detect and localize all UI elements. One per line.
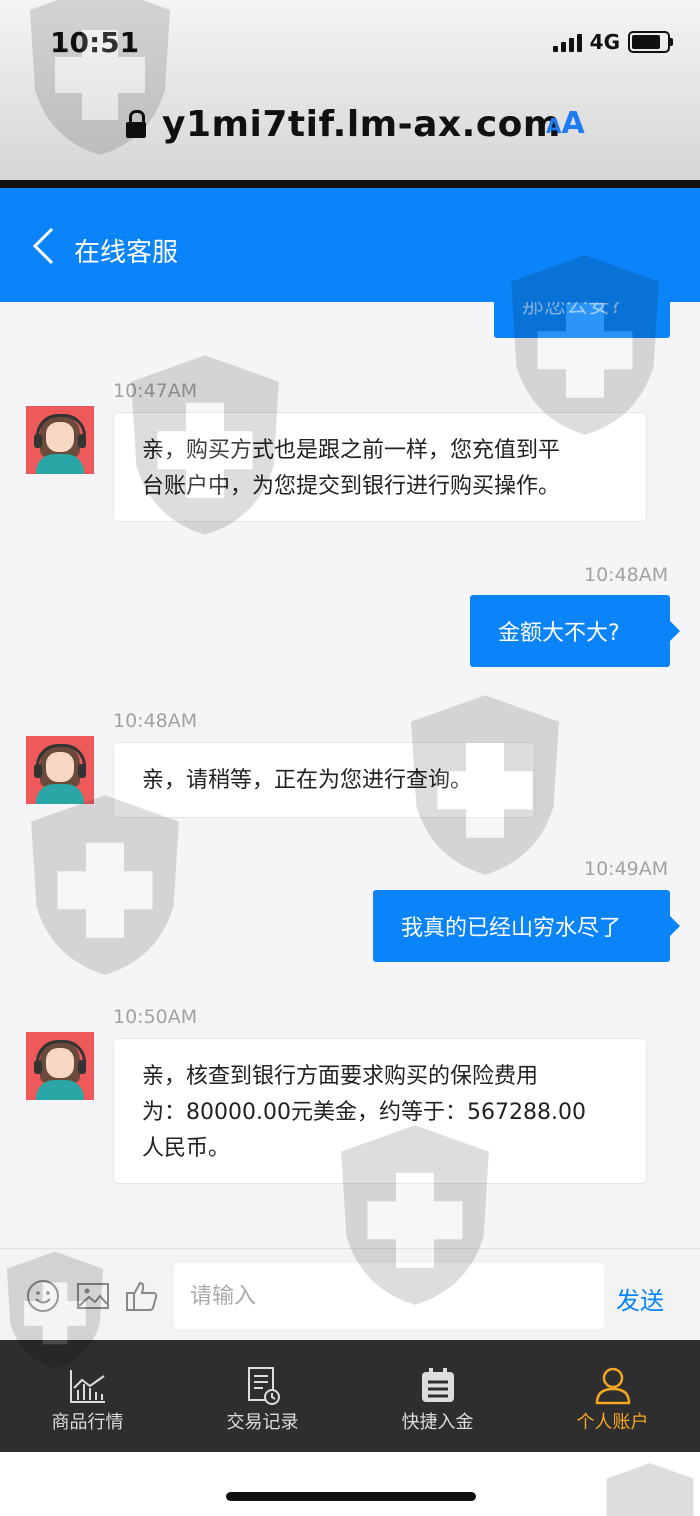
page-title: 在线客服 [74,238,179,268]
message-timestamp: 10:49AM [584,858,669,880]
outgoing-message: 金额大不大? [470,595,680,667]
message-input-bar: 发送 [0,1248,700,1341]
chart-icon [70,1370,105,1403]
back-arrow-icon[interactable] [30,226,56,266]
status-time: 10:51 [50,26,140,59]
url-text[interactable]: y1mi7tif.lm-ax.com [162,104,561,145]
message-timestamp: 10:48AM [584,564,669,586]
tab-market[interactable]: 商品行情 [0,1340,175,1452]
network-label: 4G [589,30,620,54]
outgoing-message: 我真的已经山穷水尽了 [373,890,680,962]
tab-label: 交易记录 [226,1412,299,1433]
user-icon [595,1367,631,1405]
address-bar[interactable]: y1mi7tif.lm-ax.com AA [0,100,700,150]
agent-avatar [26,406,94,474]
agent-avatar [26,736,94,804]
home-indicator-area [0,1452,700,1516]
message-input-container [174,1263,606,1329]
message-timestamp: 10:50AM [113,1006,198,1028]
thumbs-up-icon[interactable] [125,1279,159,1313]
record-icon [248,1367,280,1405]
status-indicators: 4G [552,30,673,54]
text-size-button[interactable]: AA [546,106,585,141]
tab-records[interactable]: 交易记录 [175,1340,350,1452]
app-header: 在线客服 [0,188,700,302]
battery-icon [628,31,673,53]
message-timestamp: 10:48AM [113,710,198,732]
tab-label: 快捷入金 [401,1412,474,1433]
incoming-message: 亲，请稍等，正在为您进行查询。 [113,742,535,818]
incoming-message: 亲，购买方式也是跟之前一样，您充值到平 台账户中，为您提交到银行进行购买操作。 [113,412,647,522]
chat-area[interactable]: 那您公安? 10:47AM 亲，购买方式也是跟之前一样，您充值到平 台账户中，为… [0,302,700,1248]
bottom-nav: 商品行情 交易记录 快捷入金 个人账户 [0,1340,700,1452]
signal-icon [552,32,582,52]
outgoing-message-partial: 那您公安? [494,302,670,338]
home-indicator[interactable] [226,1492,476,1501]
tab-label: 个人账户 [576,1412,649,1433]
browser-chrome: 10:51 4G y1mi7tif.lm-ax.com AA [0,0,700,180]
incoming-message: 亲，核查到银行方面要求购买的保险费用 为：80000.00元美金，约等于：567… [113,1038,647,1184]
image-icon[interactable] [76,1279,110,1313]
divider [0,180,700,188]
message-timestamp: 10:47AM [113,380,198,402]
calendar-icon [422,1368,454,1402]
tab-quick-deposit[interactable]: 快捷入金 [350,1340,525,1452]
tab-label: 商品行情 [51,1412,124,1433]
message-input[interactable] [174,1263,606,1329]
agent-avatar [26,1032,94,1100]
send-button[interactable]: 发送 [616,1281,664,1316]
tab-account[interactable]: 个人账户 [525,1340,700,1452]
emoji-icon[interactable] [26,1279,60,1313]
lock-icon [126,110,146,138]
